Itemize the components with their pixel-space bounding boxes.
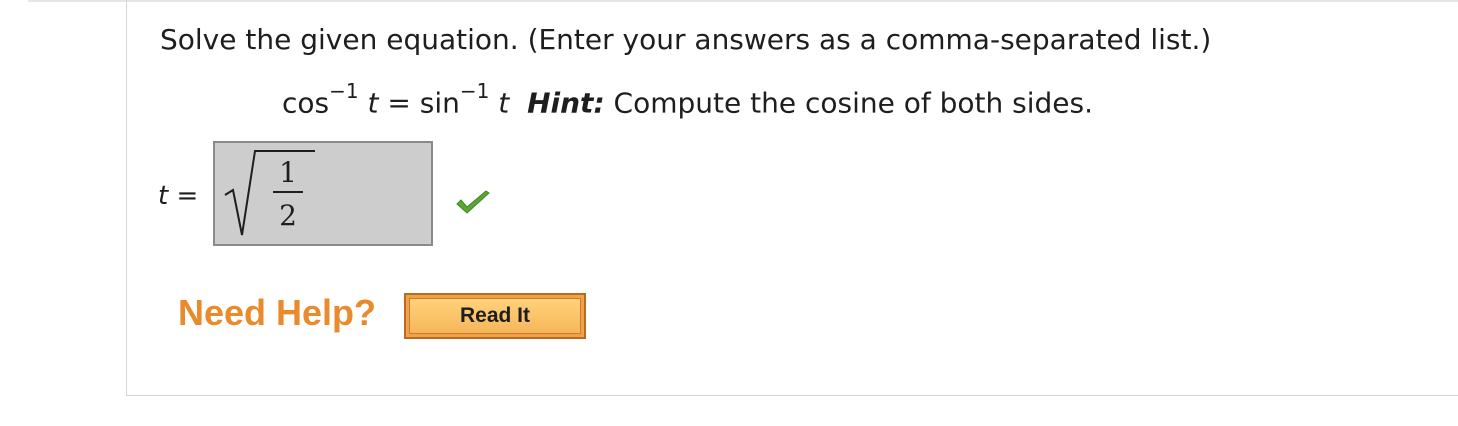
lhs-function: cos [282, 86, 330, 120]
hint-label: Hint: [527, 86, 605, 120]
rhs-variable: t [498, 86, 510, 120]
fraction-denominator: 2 [279, 199, 297, 232]
equals-sign: = [387, 86, 411, 120]
answer-label-text: t = [158, 181, 199, 211]
rhs-exponent: −1 [459, 79, 490, 103]
rhs-function: sin [419, 86, 460, 120]
answer-input[interactable]: 1 2 [213, 141, 433, 246]
lhs-variable: t [367, 86, 379, 120]
question-prompt: Solve the given equation. (Enter your an… [160, 23, 1212, 56]
read-it-button[interactable]: Read It [404, 293, 586, 339]
need-help-label: Need Help? [178, 292, 377, 333]
equation: cos−1 t = sin−1 t Hint: Compute the cosi… [282, 79, 1094, 120]
read-it-label: Read It [409, 298, 581, 334]
lhs-exponent: −1 [329, 79, 359, 103]
answer-math-display: 1 2 [224, 150, 315, 236]
answer-variable-label: t = [158, 181, 198, 211]
hint-text: Compute the cosine of both sides. [613, 86, 1094, 120]
check-icon [456, 190, 490, 214]
fraction-numerator: 1 [279, 156, 297, 189]
